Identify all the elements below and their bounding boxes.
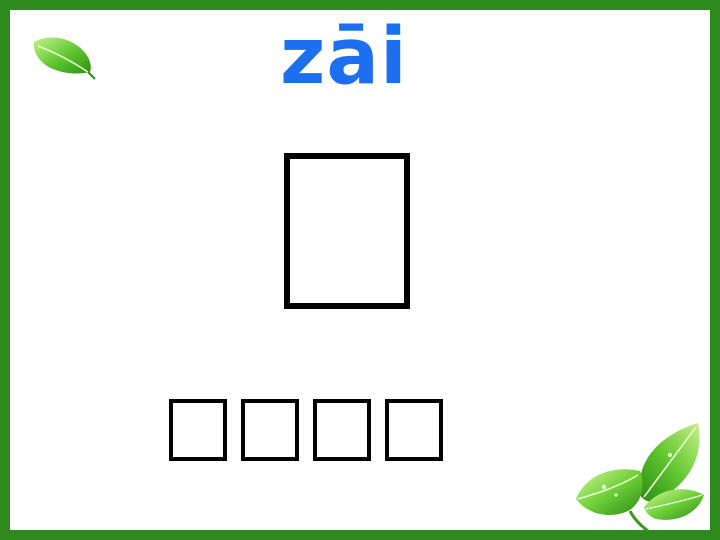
word-char-2 — [234, 396, 306, 464]
leaf-cluster-icon — [576, 423, 704, 533]
word-char-4 — [378, 396, 450, 464]
missing-glyph-box — [169, 399, 227, 461]
word-char-1 — [162, 396, 234, 464]
word-char-3 — [306, 396, 378, 464]
leaf-icon — [33, 37, 96, 80]
pinyin-label: zāi — [280, 12, 408, 102]
slide-frame: zāi — [0, 0, 720, 540]
example-word — [162, 396, 450, 464]
main-character — [280, 150, 414, 312]
missing-glyph-box — [241, 399, 299, 461]
missing-glyph-box — [385, 399, 443, 461]
missing-glyph-box — [313, 399, 371, 461]
missing-glyph-box — [284, 153, 410, 309]
